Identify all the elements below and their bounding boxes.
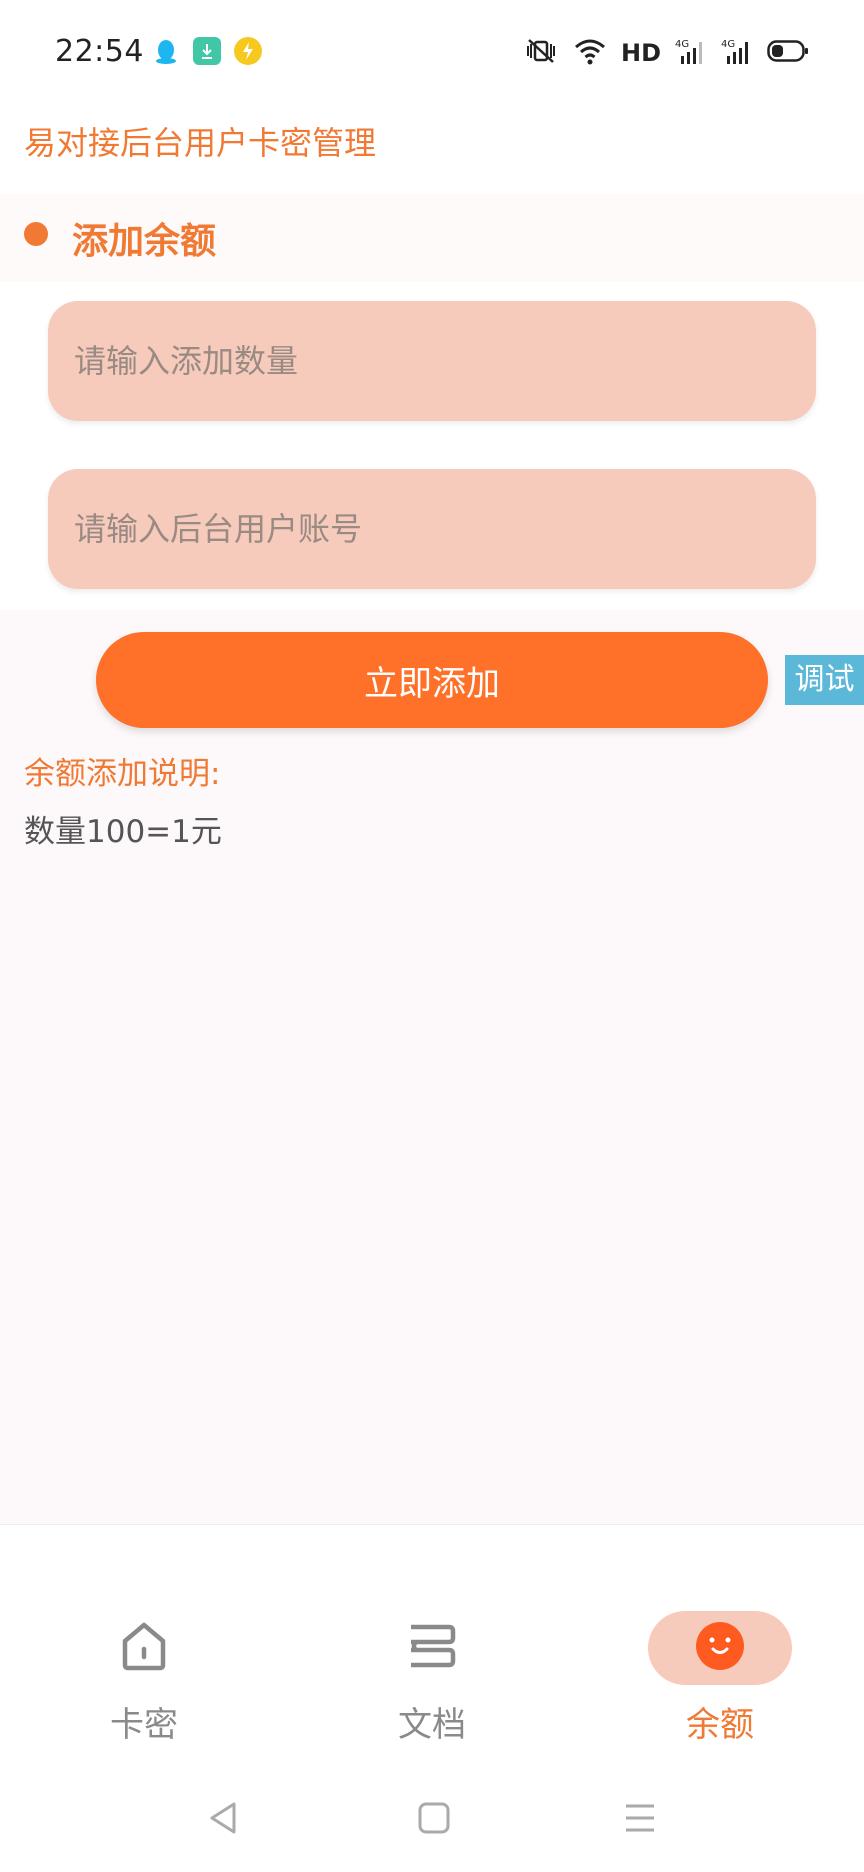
hd-label: HD xyxy=(620,39,661,67)
signal-icon-2: 4G xyxy=(721,36,753,70)
nav-item-kami[interactable]: 卡密 xyxy=(0,1525,288,1765)
document-icon xyxy=(405,1619,459,1677)
nav-label-docs: 文档 xyxy=(398,1705,466,1745)
signal-icon-1: 4G xyxy=(675,36,707,70)
system-nav-bar xyxy=(0,1764,864,1872)
nav-item-docs[interactable]: 文档 xyxy=(288,1525,576,1765)
nav-item-balance[interactable]: 余额 xyxy=(576,1525,864,1765)
add-now-button[interactable]: 立即添加 xyxy=(96,632,768,728)
account-input[interactable] xyxy=(48,469,816,589)
battery-icon xyxy=(767,39,809,67)
bolt-icon xyxy=(234,37,262,65)
home-button-icon[interactable] xyxy=(414,1798,454,1838)
nav-label-balance: 余额 xyxy=(686,1705,754,1745)
back-icon[interactable] xyxy=(204,1798,244,1838)
nav-icon-container xyxy=(648,1611,792,1685)
wifi-icon xyxy=(573,36,607,70)
nav-label-kami: 卡密 xyxy=(110,1705,178,1745)
app-screen: 22:54 HD 4G 4G 易对接后台用户卡密管理 添加余额 请输入添加数量 … xyxy=(0,0,864,1872)
vibrate-mute-icon xyxy=(523,36,559,70)
page-title: 易对接后台用户卡密管理 xyxy=(24,124,377,162)
bottom-nav: 卡密 文档 余额 xyxy=(0,1524,864,1764)
status-indicators: HD 4G 4G xyxy=(523,36,809,70)
menu-icon[interactable] xyxy=(620,1798,660,1838)
home-icon xyxy=(117,1619,171,1677)
nav-icon-container xyxy=(360,1611,504,1685)
section-header: 添加余额 xyxy=(0,194,864,282)
section-title: 添加余额 xyxy=(72,221,217,262)
svg-text:4G: 4G xyxy=(721,39,735,50)
qq-icon xyxy=(152,37,180,65)
status-time: 22:54 xyxy=(55,34,144,69)
description-title: 余额添加说明: xyxy=(24,756,221,792)
smile-face-icon xyxy=(694,1620,746,1676)
amount-field-container xyxy=(48,301,816,421)
app-header: 易对接后台用户卡密管理 xyxy=(0,104,864,194)
account-field-container xyxy=(48,469,816,589)
download-icon xyxy=(193,37,221,65)
status-bar: 22:54 HD 4G 4G xyxy=(0,0,864,104)
debug-tab[interactable]: 调试 xyxy=(785,655,864,705)
description-text: 数量100=1元 xyxy=(24,814,222,850)
content-area: 立即添加 调试 余额添加说明: 数量100=1元 xyxy=(0,610,864,1524)
nav-icon-container xyxy=(72,1611,216,1685)
section-dot-icon xyxy=(24,222,48,246)
amount-input[interactable] xyxy=(48,301,816,421)
svg-text:4G: 4G xyxy=(675,39,689,50)
